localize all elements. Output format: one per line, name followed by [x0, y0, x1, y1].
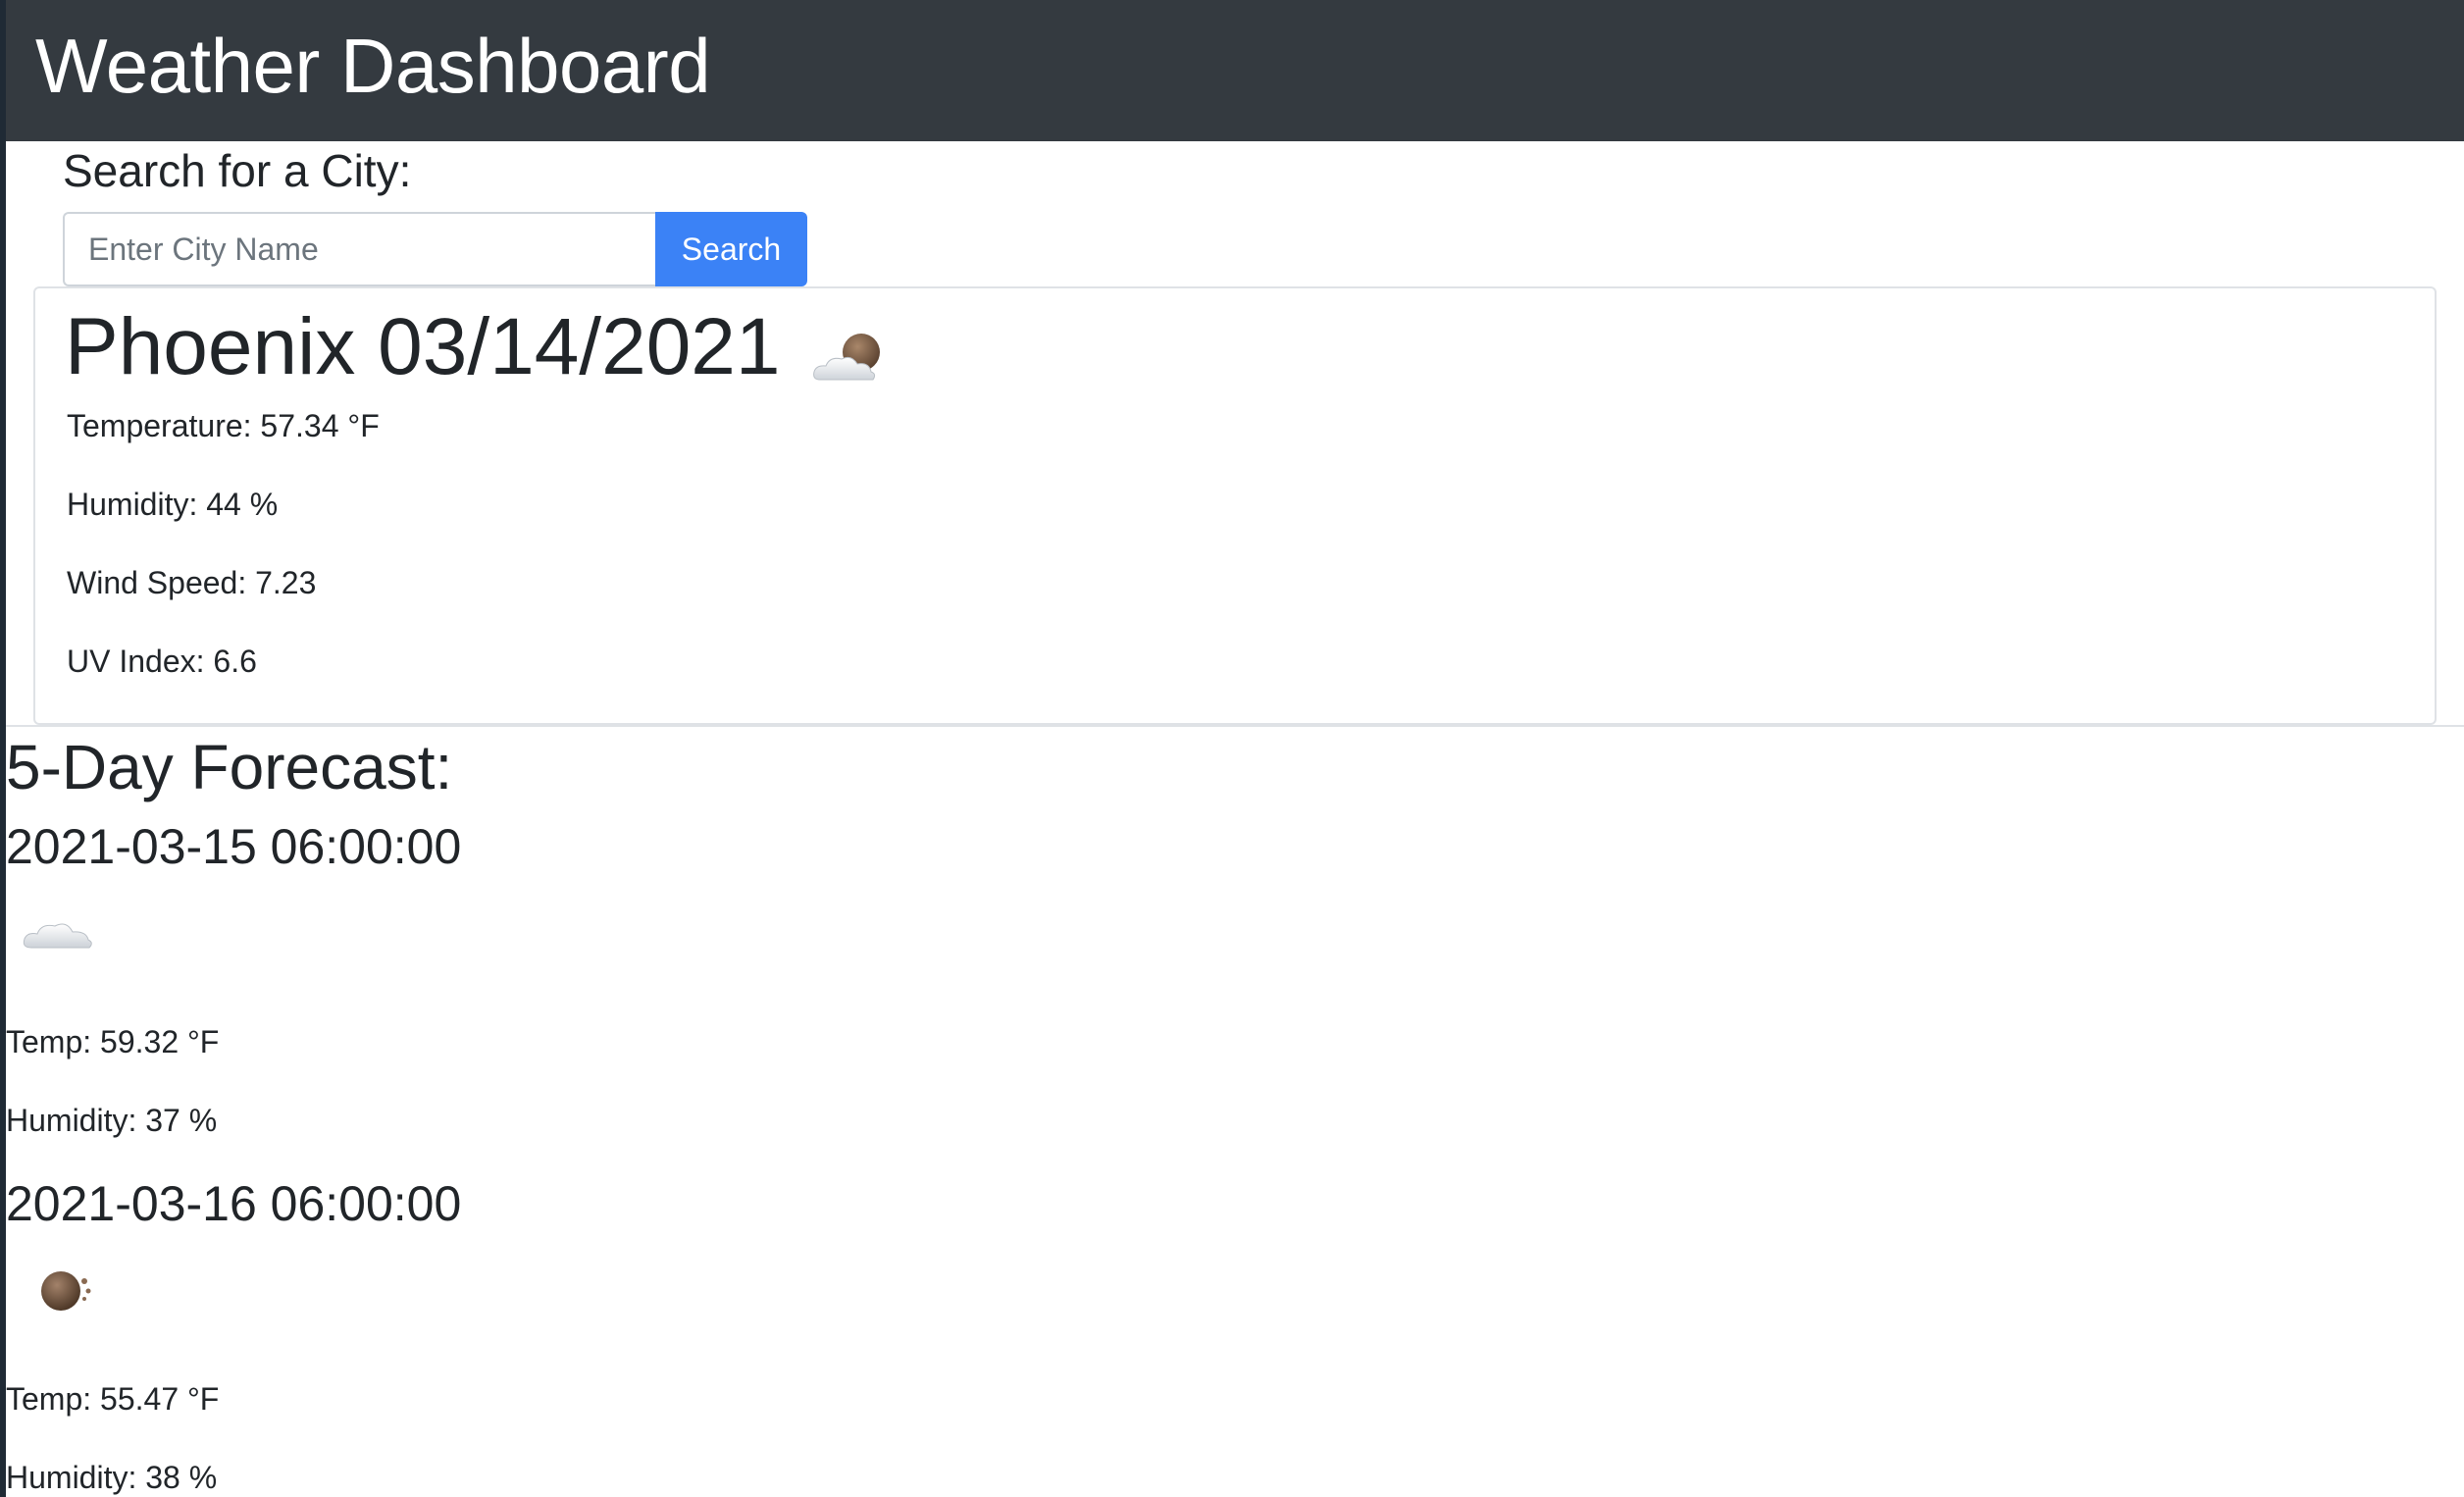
current-humidity: Humidity: 44 % [67, 487, 279, 522]
city-search-input[interactable] [63, 212, 655, 286]
forecast-temp: Temp: 59.32 °F [6, 1024, 220, 1059]
forecast-humidity: Humidity: 37 % [6, 1103, 218, 1138]
moon-icon [20, 1260, 98, 1318]
current-weather-card: Phoenix 03/14/2021 Temperature: 57.34 °F… [33, 286, 2437, 725]
forecast-date: 2021-03-16 06:00:00 [6, 1176, 462, 1231]
cloud-icon [20, 903, 98, 961]
search-button[interactable]: Search [655, 212, 807, 286]
app-title: Weather Dashboard [35, 23, 711, 109]
navbar: Weather Dashboard [6, 0, 2464, 141]
current-weather-title: Phoenix 03/14/2021 [65, 298, 891, 396]
current-temperature: Temperature: 57.34 °F [67, 408, 380, 443]
search-label: Search for a City: [63, 145, 412, 196]
forecast-heading: 5-Day Forecast: [6, 732, 453, 802]
forecast-date: 2021-03-15 06:00:00 [6, 819, 462, 874]
city-date-heading: Phoenix 03/14/2021 [65, 302, 781, 391]
forecast-temp: Temp: 55.47 °F [6, 1381, 220, 1417]
forecast-humidity: Humidity: 38 % [6, 1460, 218, 1495]
partly-cloudy-night-icon [808, 316, 891, 381]
divider [6, 725, 2464, 727]
current-uv-index: UV Index: 6.6 [67, 644, 257, 679]
page: Weather Dashboard Search for a City: Sea… [6, 0, 2464, 1497]
current-wind-speed: Wind Speed: 7.23 [67, 565, 317, 600]
